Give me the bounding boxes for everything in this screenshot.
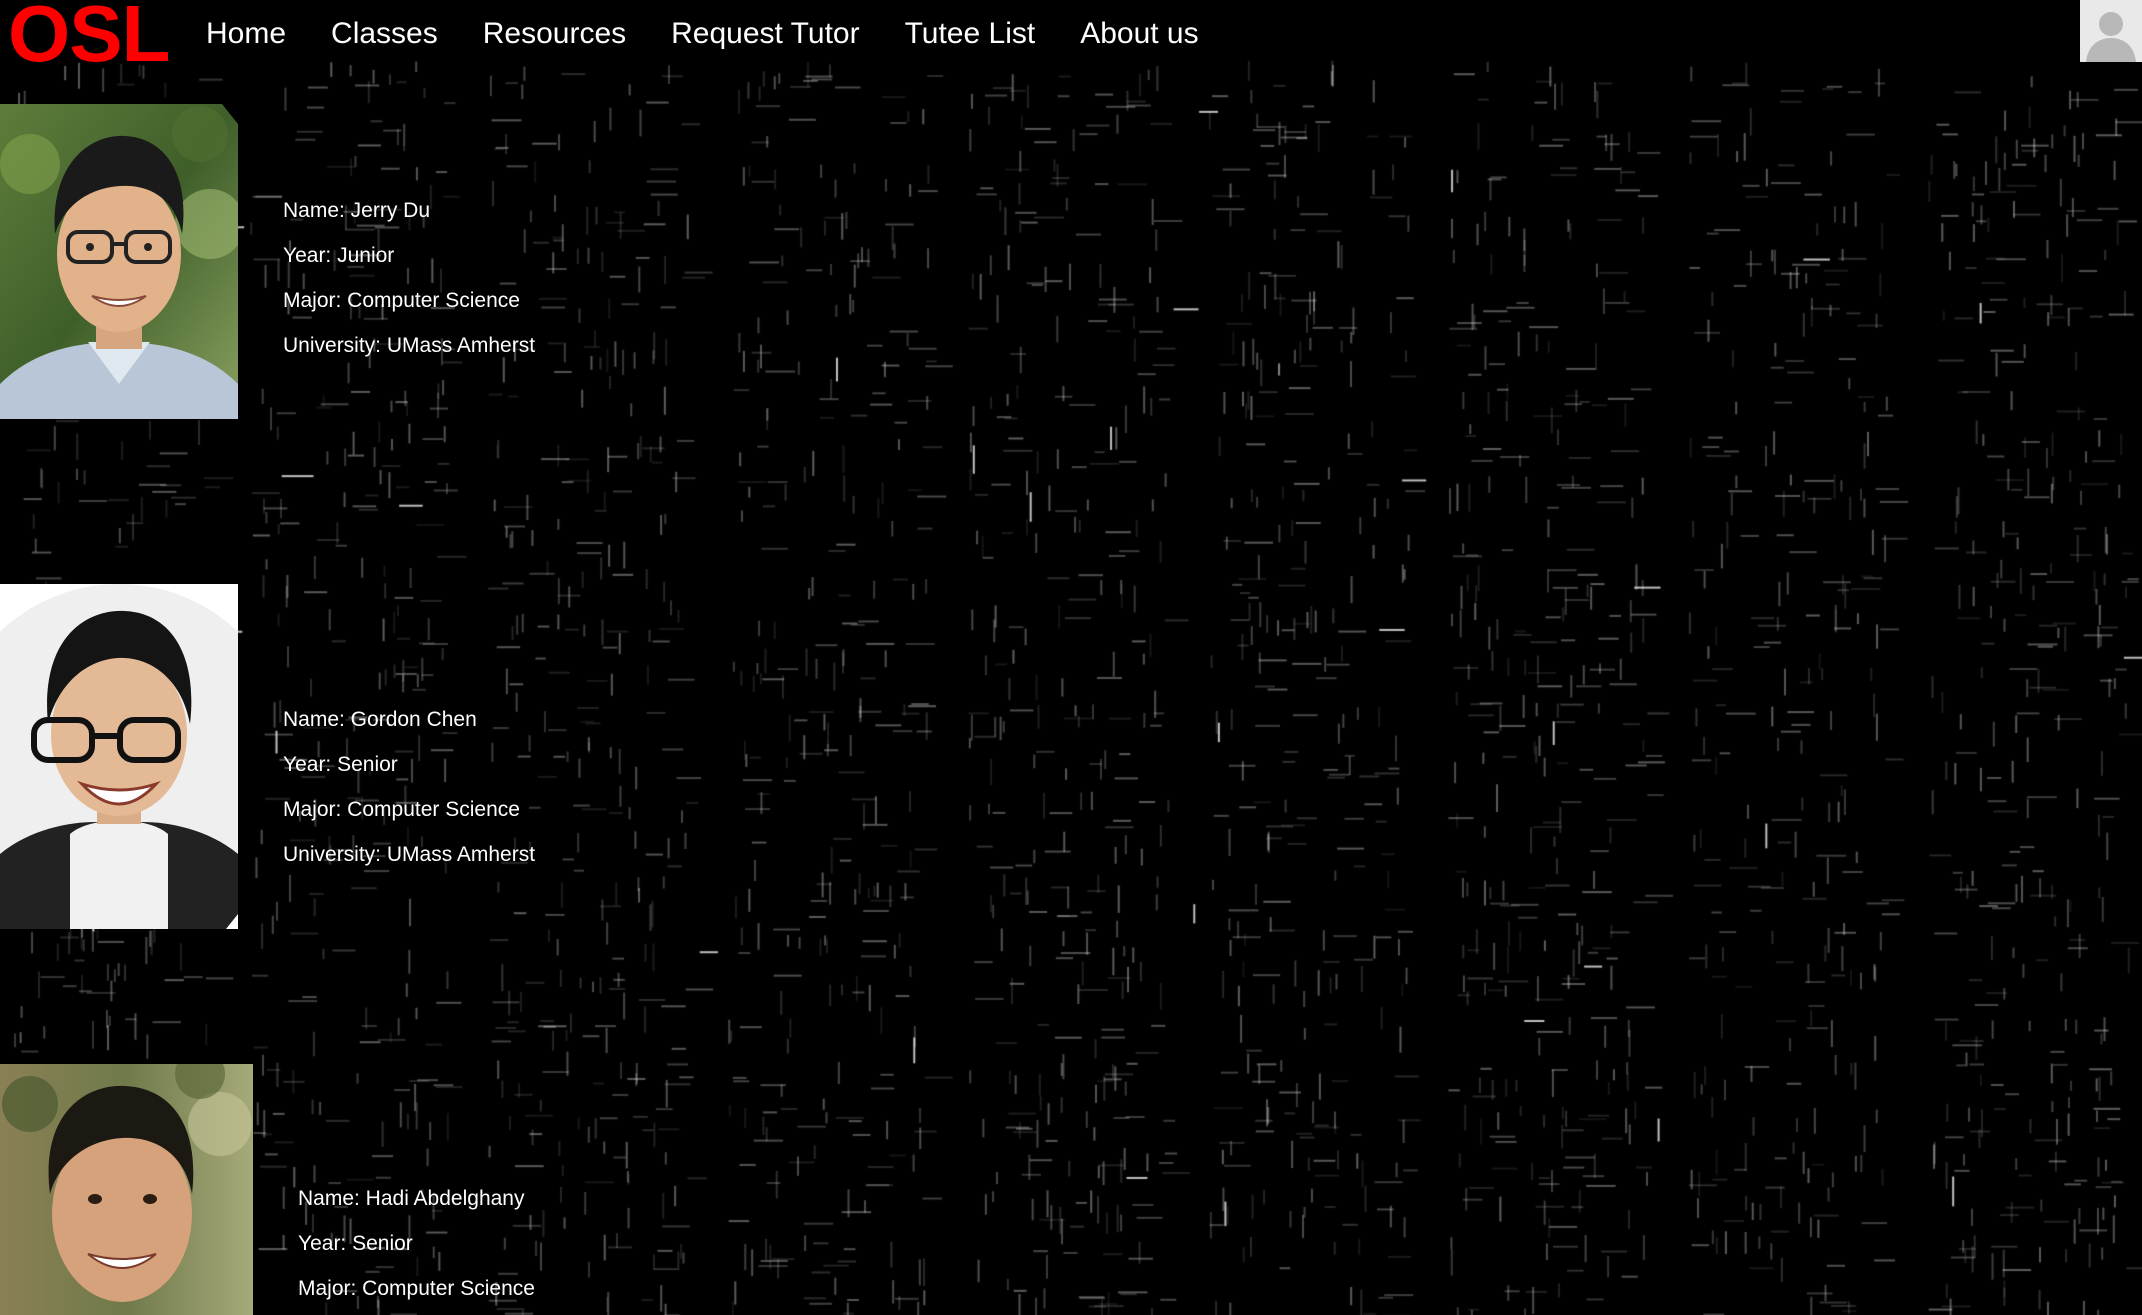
nav-home[interactable]: Home — [206, 16, 286, 52]
nav-menu: Home Classes Resources Request Tutor Tut… — [206, 16, 1244, 52]
tutor-photo — [0, 104, 238, 419]
nav-about-us[interactable]: About us — [1080, 16, 1198, 52]
tutor-year: Year: Senior — [283, 753, 398, 776]
tutor-name: Name: Hadi Abdelghany — [298, 1187, 525, 1210]
tutor-university: University: UMass Amherst — [283, 334, 536, 357]
nav-classes[interactable]: Classes — [331, 16, 438, 52]
tutor-university: University: UMass Amherst — [283, 843, 536, 866]
tutor-photo — [0, 584, 238, 929]
tutor-major: Major: Computer Science — [298, 1277, 535, 1300]
tutor-year: Year: Senior — [298, 1232, 413, 1255]
tutor-year: Year: Junior — [283, 244, 395, 267]
tutor-info: Name: Gordon Chen Year: Senior Major: Co… — [283, 697, 535, 877]
tutor-name: Name: Jerry Du — [283, 199, 431, 222]
nav-request-tutor[interactable]: Request Tutor — [671, 16, 859, 52]
tutor-info: Name: Jerry Du Year: Junior Major: Compu… — [283, 188, 535, 368]
tutor-name: Name: Gordon Chen — [283, 708, 477, 731]
site-logo[interactable]: OSL — [8, 0, 170, 74]
tutor-major: Major: Computer Science — [283, 798, 520, 821]
top-navbar: OSL Home Classes Resources Request Tutor… — [0, 0, 2142, 74]
nav-tutee-list[interactable]: Tutee List — [905, 16, 1036, 52]
tutor-info: Name: Hadi Abdelghany Year: Senior Major… — [298, 1176, 535, 1311]
tutor-major: Major: Computer Science — [283, 289, 520, 312]
user-avatar-icon[interactable] — [2080, 0, 2142, 62]
nav-resources[interactable]: Resources — [483, 16, 626, 52]
tutor-photo — [0, 1064, 253, 1315]
